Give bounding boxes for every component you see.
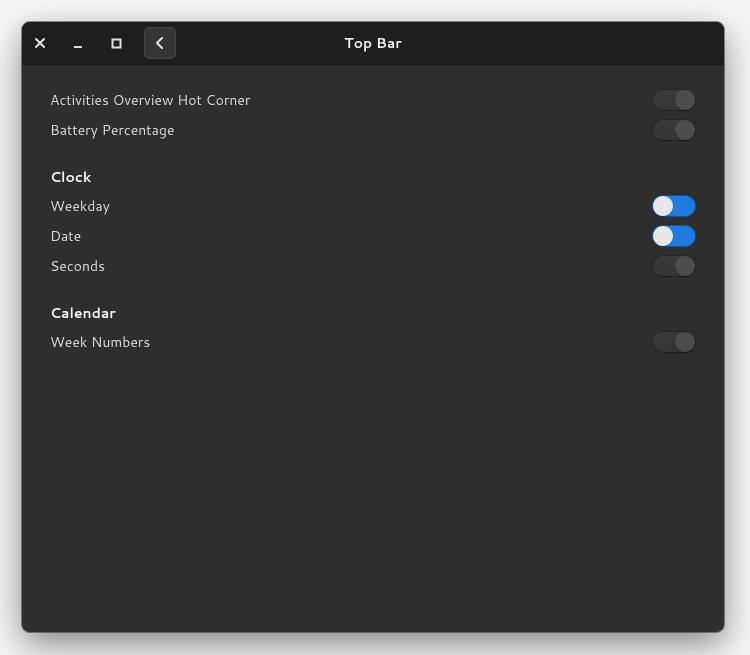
switch-knob <box>653 226 673 246</box>
section-calendar: Calendar Week Numbers <box>50 303 696 357</box>
maximize-button[interactable] <box>104 31 128 55</box>
row-hot-corner: Activities Overview Hot Corner <box>50 85 696 115</box>
close-button[interactable] <box>28 31 52 55</box>
section-heading: Calendar <box>50 303 696 323</box>
switch-week-numbers[interactable] <box>652 331 696 353</box>
section-clock: Clock Weekday Date Seconds <box>50 167 696 281</box>
switch-seconds[interactable] <box>652 255 696 277</box>
content-area: Activities Overview Hot Corner Battery P… <box>22 65 724 632</box>
switch-knob <box>653 196 673 216</box>
switch-battery-percentage[interactable] <box>652 119 696 141</box>
switch-date[interactable] <box>652 225 696 247</box>
minimize-button[interactable] <box>66 31 90 55</box>
switch-knob <box>675 120 695 140</box>
row-battery-percentage: Battery Percentage <box>50 115 696 145</box>
row-label: Battery Percentage <box>50 120 174 140</box>
row-label: Seconds <box>50 256 105 276</box>
section-general: Activities Overview Hot Corner Battery P… <box>50 85 696 145</box>
switch-weekday[interactable] <box>652 195 696 217</box>
switch-knob <box>675 332 695 352</box>
row-label: Activities Overview Hot Corner <box>50 90 250 110</box>
minimize-icon <box>72 37 84 49</box>
close-icon <box>34 37 46 49</box>
row-label: Week Numbers <box>50 332 150 352</box>
row-seconds: Seconds <box>50 251 696 281</box>
chevron-left-icon <box>154 36 166 50</box>
switch-knob <box>675 90 695 110</box>
row-label: Weekday <box>50 196 110 216</box>
row-date: Date <box>50 221 696 251</box>
row-week-numbers: Week Numbers <box>50 327 696 357</box>
maximize-icon <box>111 38 122 49</box>
switch-hot-corner[interactable] <box>652 89 696 111</box>
section-heading: Clock <box>50 167 696 187</box>
window: Top Bar Activities Overview Hot Corner B… <box>22 22 724 632</box>
titlebar: Top Bar <box>22 22 724 65</box>
switch-knob <box>675 256 695 276</box>
row-weekday: Weekday <box>50 191 696 221</box>
row-label: Date <box>50 226 81 246</box>
back-button[interactable] <box>144 27 176 59</box>
